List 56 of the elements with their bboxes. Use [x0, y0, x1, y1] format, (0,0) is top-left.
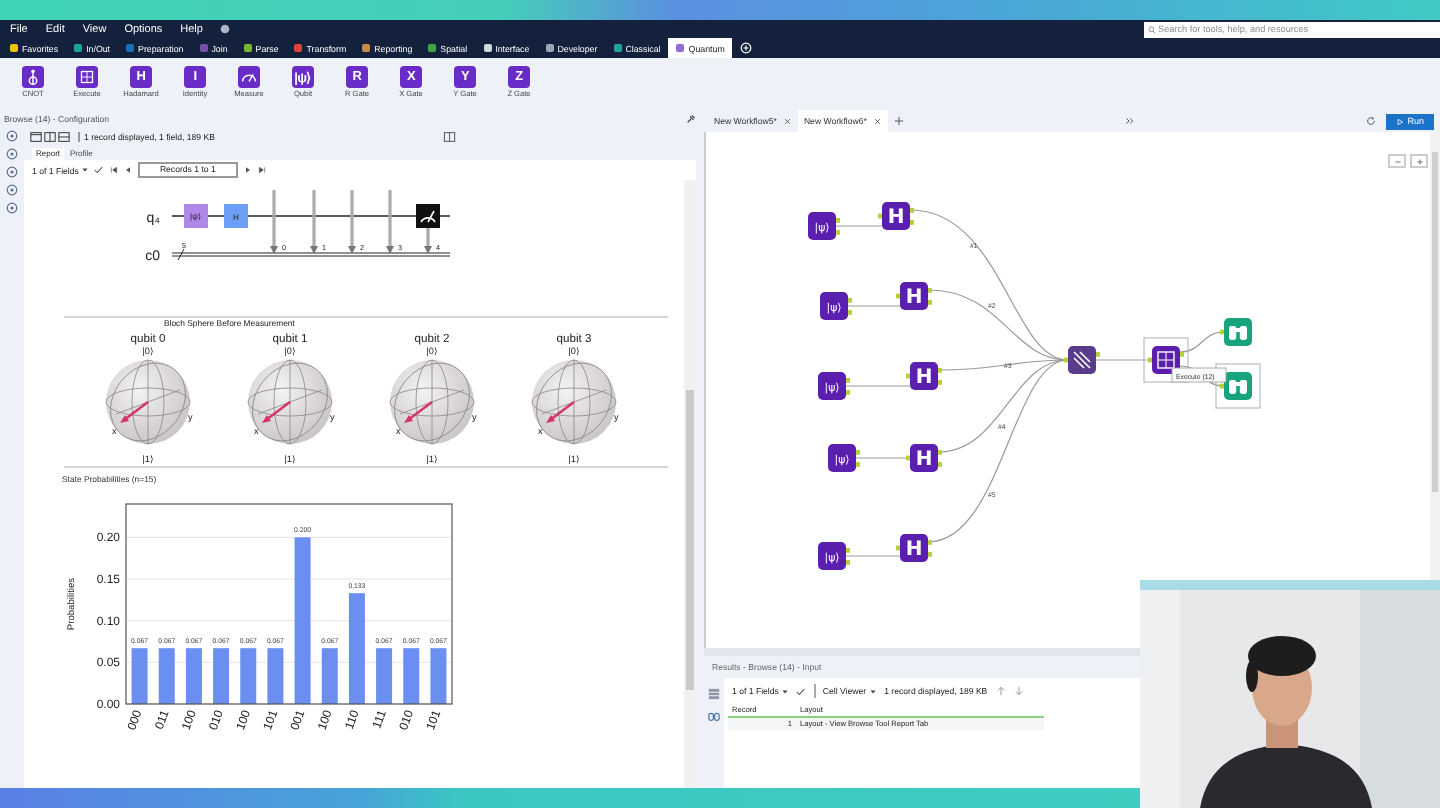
bar	[321, 648, 338, 704]
connector-line	[1095, 359, 1153, 361]
refresh-icon[interactable]	[1365, 116, 1376, 126]
search-icon	[1148, 25, 1156, 33]
bar	[158, 648, 175, 704]
plus-icon	[1415, 157, 1423, 165]
connector-line	[855, 457, 911, 459]
bar	[403, 648, 420, 704]
hadamard-node[interactable]: H	[896, 534, 932, 562]
bar	[240, 648, 257, 704]
binoculars-icon[interactable]	[708, 710, 720, 722]
pin-icon[interactable]	[686, 113, 696, 123]
bloch-sphere-drawing	[247, 359, 333, 445]
layout-icon[interactable]	[30, 131, 42, 141]
first-icon[interactable]	[109, 166, 118, 174]
check-icon[interactable]	[94, 166, 104, 174]
connector-line	[847, 305, 901, 307]
bar	[430, 648, 447, 704]
bar	[213, 648, 230, 704]
layout-icon[interactable]	[44, 131, 56, 141]
cnot-icon	[22, 66, 44, 88]
caret-icon	[82, 168, 89, 172]
table-icon[interactable]	[708, 688, 720, 700]
connector-line	[1179, 331, 1225, 353]
meter-gate	[416, 204, 440, 228]
bar	[267, 648, 284, 704]
scrollbar[interactable]	[684, 180, 696, 788]
execute-icon	[76, 66, 98, 88]
bar	[131, 648, 148, 704]
bloch-sphere-drawing	[389, 359, 475, 445]
bar	[185, 648, 202, 704]
hadamard-node[interactable]: H	[906, 362, 942, 390]
binoculars-node[interactable]	[1220, 318, 1252, 346]
connector-line	[845, 555, 901, 557]
gauge-icon	[238, 66, 260, 88]
check-icon[interactable]	[796, 687, 806, 695]
connector-line	[845, 385, 911, 387]
bloch-sphere-drawing	[531, 359, 617, 445]
play-icon	[1395, 117, 1404, 125]
connector-line	[835, 225, 883, 227]
minus-icon	[1393, 157, 1401, 165]
union-node[interactable]	[1064, 346, 1100, 374]
layout-icon[interactable]	[58, 131, 70, 141]
hadamard-node[interactable]: H	[878, 202, 914, 230]
bar	[376, 648, 393, 704]
bloch-sphere-drawing	[105, 359, 191, 445]
last-icon[interactable]	[257, 166, 266, 174]
caret-icon	[870, 689, 877, 693]
hadamard-node[interactable]: H	[896, 282, 932, 310]
close-icon[interactable]	[874, 117, 882, 125]
globe-icon[interactable]	[220, 24, 231, 34]
caret-icon	[782, 689, 789, 693]
scrollbar[interactable]	[1430, 132, 1440, 580]
hadamard-node[interactable]: H	[906, 444, 942, 472]
close-icon[interactable]	[784, 117, 792, 125]
bar	[348, 593, 365, 704]
